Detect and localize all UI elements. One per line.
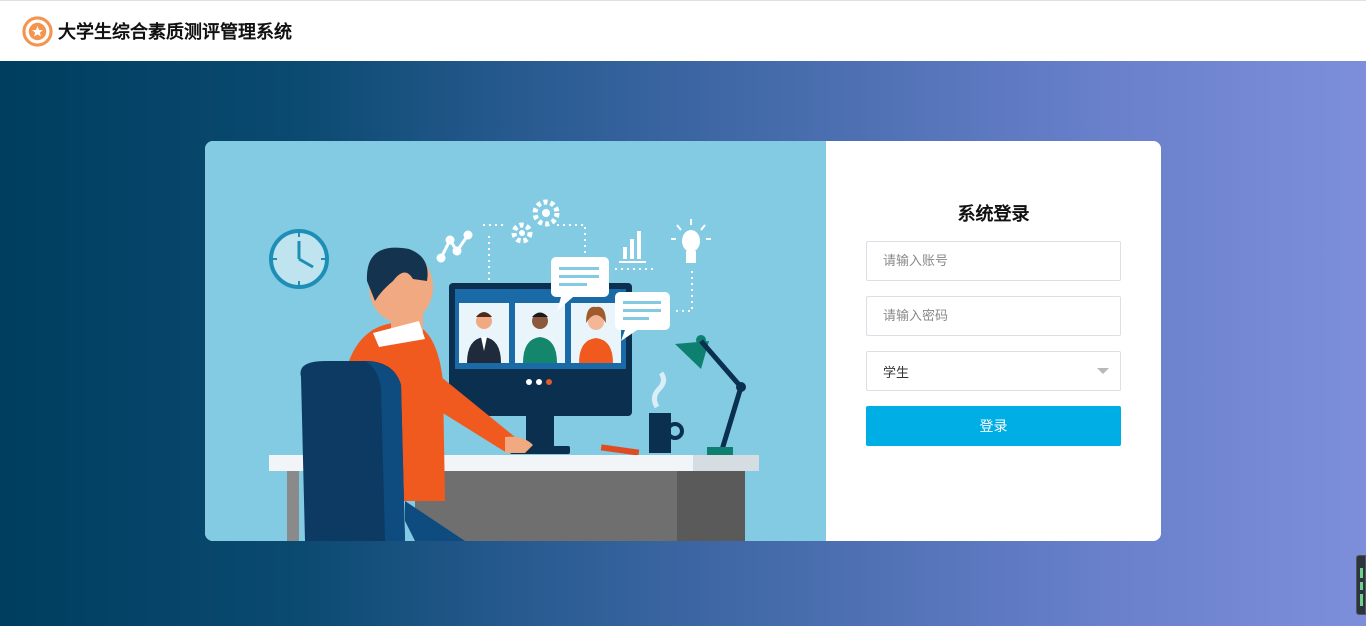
role-select[interactable]: 学生 — [866, 351, 1121, 391]
coffee-mug-icon — [649, 371, 684, 453]
app-title: 大学生综合素质测评管理系统 — [58, 22, 292, 43]
account-input[interactable] — [866, 241, 1121, 281]
login-card: 系统登录 学生 登录 — [205, 141, 1161, 541]
remote-work-illustration — [205, 141, 826, 541]
password-input[interactable] — [866, 296, 1121, 336]
chevron-down-icon — [1097, 368, 1109, 374]
login-panel: 系统登录 学生 登录 — [826, 141, 1161, 541]
login-background: 系统登录 学生 登录 — [0, 61, 1366, 626]
illustration-image — [269, 199, 759, 541]
role-select-value: 学生 — [883, 365, 910, 381]
desk-lamp-icon — [675, 335, 746, 455]
trend-line-icon — [436, 230, 473, 263]
side-toolbar-handle[interactable] — [1356, 555, 1366, 615]
login-title: 系统登录 — [957, 204, 1030, 225]
star-badge-icon — [22, 15, 53, 47]
bar-chart-icon — [619, 231, 646, 263]
clock-icon — [269, 229, 329, 289]
office-chair — [300, 361, 405, 541]
top-bar: 大学生综合素质测评管理系统 — [0, 0, 1366, 61]
login-button[interactable]: 登录 — [866, 406, 1121, 446]
lightbulb-icon — [671, 219, 711, 263]
